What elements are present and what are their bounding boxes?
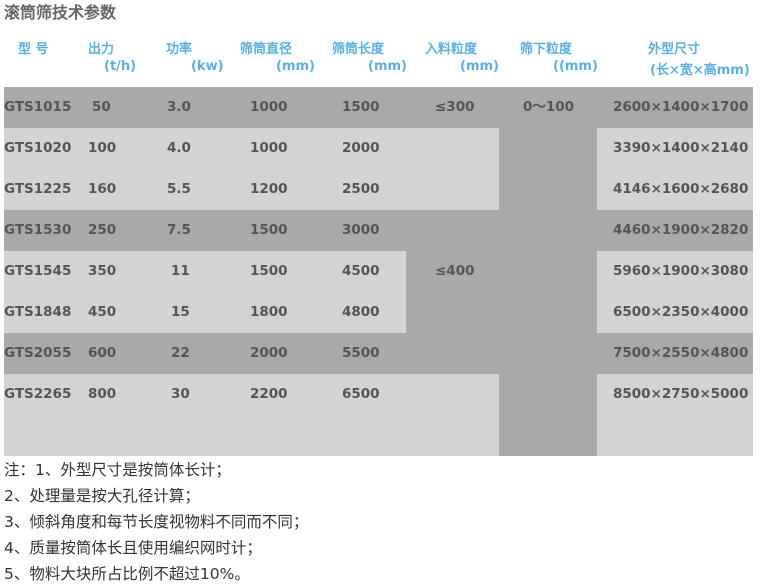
table-row: GTS1015 50 3.0 1000 1500 2600×1400×1700 — [4, 87, 753, 128]
cell-output: 800 — [88, 386, 117, 402]
cell-power: 4.0 — [167, 140, 191, 156]
header-model: 型 号 — [18, 42, 49, 57]
cell-dimensions: 6500×2350×4000 — [613, 304, 749, 320]
cell-length: 2000 — [342, 140, 380, 156]
cell-output: 250 — [88, 222, 117, 238]
page-title: 滚筒筛技术参数 — [4, 3, 117, 22]
cell-length: 1500 — [342, 99, 380, 115]
feed-size-group1: ≤300 — [435, 99, 475, 115]
table-row-empty — [4, 415, 753, 456]
cell-dimensions: 7500×2550×4800 — [613, 345, 749, 361]
cell-diameter: 1000 — [250, 99, 288, 115]
cell-length: 4800 — [342, 304, 380, 320]
cell-model: GTS1020 — [4, 140, 72, 156]
cell-model: GTS1848 — [4, 304, 72, 320]
cell-power: 11 — [171, 263, 190, 279]
cell-diameter: 2000 — [250, 345, 288, 361]
note-item: 3、倾斜角度和每节长度视物料不同而不同； — [4, 513, 309, 531]
note-item: 5、物料大块所占比例不超过10%。 — [4, 565, 250, 583]
cell-diameter: 1800 — [250, 304, 288, 320]
cell-dimensions: 8500×2750×5000 — [613, 386, 749, 402]
cell-length: 6500 — [342, 386, 380, 402]
table-row: GTS1225 160 5.5 1200 2500 4146×1600×2680 — [4, 169, 753, 210]
cell-output: 450 — [88, 304, 117, 320]
cell-output: 160 — [88, 181, 117, 197]
cell-output: 100 — [88, 140, 117, 156]
cell-output: 600 — [88, 345, 117, 361]
cell-diameter: 1200 — [250, 181, 288, 197]
note-item: 4、质量按筒体长且使用编织网时计； — [4, 539, 262, 557]
cell-power: 3.0 — [167, 99, 191, 115]
cell-dimensions: 3390×1400×2140 — [613, 140, 749, 156]
cell-diameter: 1500 — [250, 263, 288, 279]
cell-length: 3000 — [342, 222, 380, 238]
header-diameter: 筛筒直径 (mm) — [240, 42, 315, 74]
cell-diameter: 1000 — [250, 140, 288, 156]
table-row: GTS2265 800 30 2200 6500 8500×2750×5000 — [4, 374, 753, 415]
cell-model: GTS2055 — [4, 345, 72, 361]
cell-power: 5.5 — [167, 181, 191, 197]
note-item: 2、处理量是按大孔径计算； — [4, 487, 200, 505]
cell-length: 5500 — [342, 345, 380, 361]
cell-dimensions: 4460×1900×2820 — [613, 222, 749, 238]
note-item: 注：1、外型尺寸是按筒体长计； — [4, 461, 231, 479]
table-row: GTS1530 250 7.5 1500 3000 4460×1900×2820 — [4, 210, 753, 251]
cell-model: GTS1225 — [4, 181, 72, 197]
cell-length: 2500 — [342, 181, 380, 197]
table-row: GTS2055 600 22 2000 5500 7500×2550×4800 — [4, 333, 753, 374]
header-undersize: 筛下粒度 ((mm) — [520, 42, 598, 74]
header-feed-size: 入料粒度 (mm) — [425, 42, 499, 74]
undersize-merged-cell — [499, 87, 597, 456]
header-output: 出力 (t/h) — [88, 42, 137, 74]
cell-model: GTS1015 — [4, 99, 72, 115]
cell-output: 50 — [92, 99, 111, 115]
cell-dimensions: 2600×1400×1700 — [613, 99, 749, 115]
header-length: 筛筒长度 (mm) — [332, 42, 407, 74]
table-row: GTS1020 100 4.0 1000 2000 3390×1400×2140 — [4, 128, 753, 169]
cell-power: 30 — [171, 386, 190, 402]
cell-diameter: 2200 — [250, 386, 288, 402]
cell-power: 15 — [171, 304, 190, 320]
cell-power: 22 — [171, 345, 190, 361]
cell-output: 350 — [88, 263, 117, 279]
cell-model: GTS1545 — [4, 263, 72, 279]
cell-dimensions: 5960×1900×3080 — [613, 263, 749, 279]
cell-diameter: 1500 — [250, 222, 288, 238]
table-row: GTS1545 350 11 1500 4500 5960×1900×3080 — [4, 251, 753, 292]
cell-length: 4500 — [342, 263, 380, 279]
notes: 注：1、外型尺寸是按筒体长计； 2、处理量是按大孔径计算； 3、倾斜角度和每节长… — [4, 457, 754, 587]
cell-model: GTS2265 — [4, 386, 72, 402]
cell-dimensions: 4146×1600×2680 — [613, 181, 749, 197]
table-row: GTS1848 450 15 1800 4800 6500×2350×4000 — [4, 292, 753, 333]
cell-power: 7.5 — [167, 222, 191, 238]
spec-table: GTS1015 50 3.0 1000 1500 2600×1400×1700 … — [4, 87, 753, 456]
header-dimensions: 外型尺寸 (长×宽×高mm) — [648, 42, 750, 78]
undersize-value: 0～100 — [523, 99, 575, 115]
header-power: 功率 (kw) — [166, 42, 224, 74]
feed-size-group2: ≤400 — [435, 263, 475, 279]
table-header: 型 号 出力 (t/h) 功率 (kw) 筛筒直径 (mm) 筛筒长度 (mm)… — [0, 36, 760, 86]
cell-model: GTS1530 — [4, 222, 72, 238]
